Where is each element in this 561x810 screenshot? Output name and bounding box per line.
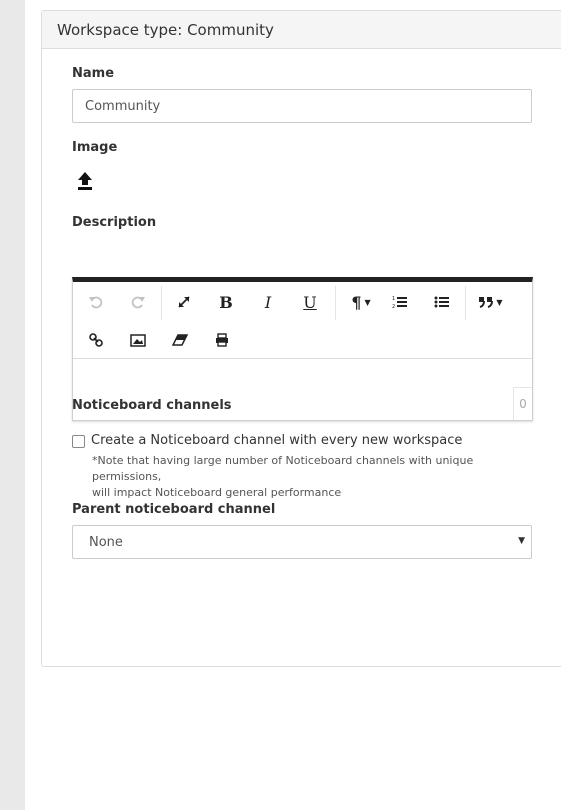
toolbar-separator bbox=[335, 286, 336, 320]
noticeboard-checkbox-label[interactable]: Create a Noticeboard channel with every … bbox=[91, 432, 462, 450]
noticeboard-checkbox-row: Create a Noticeboard channel with every … bbox=[72, 432, 462, 450]
description-label: Description bbox=[72, 215, 157, 230]
workspace-type-panel: Workspace type: Community Name Image Des… bbox=[41, 10, 561, 667]
unordered-list-icon[interactable] bbox=[427, 288, 457, 316]
parent-channel-label: Parent noticeboard channel bbox=[72, 502, 276, 517]
underline-icon[interactable]: U bbox=[295, 288, 325, 316]
parent-channel-select[interactable]: None ▼ bbox=[72, 525, 532, 559]
note-line-1: *Note that having large number of Notice… bbox=[92, 454, 474, 483]
parent-channel-selected: None bbox=[89, 534, 123, 550]
link-icon[interactable] bbox=[81, 326, 111, 354]
bold-icon[interactable]: B bbox=[211, 288, 241, 316]
italic-icon[interactable]: I bbox=[253, 288, 283, 316]
name-label: Name bbox=[72, 66, 115, 81]
left-rail bbox=[0, 0, 25, 810]
svg-text:1: 1 bbox=[392, 296, 395, 302]
ordered-list-icon[interactable]: 12 bbox=[385, 288, 415, 316]
noticeboard-checkbox[interactable] bbox=[72, 435, 85, 448]
redo-icon[interactable] bbox=[123, 288, 153, 316]
toolbar-separator bbox=[465, 286, 466, 320]
print-icon[interactable] bbox=[207, 326, 237, 354]
image-icon[interactable] bbox=[123, 326, 153, 354]
upload-icon[interactable] bbox=[76, 170, 94, 192]
char-counter: 0 bbox=[513, 387, 532, 420]
image-label: Image bbox=[72, 140, 118, 155]
quote-dropdown-icon[interactable]: ▼ bbox=[473, 288, 509, 316]
fullscreen-icon[interactable] bbox=[169, 288, 199, 316]
toolbar-separator bbox=[161, 286, 162, 320]
panel-heading: Workspace type: Community bbox=[42, 11, 561, 49]
noticeboard-channels-label: Noticeboard channels bbox=[72, 398, 232, 413]
editor-toolbar: B I U ¶ ▼ 12 ▼ bbox=[73, 282, 532, 359]
eraser-icon[interactable] bbox=[165, 326, 195, 354]
noticeboard-note: *Note that having large number of Notice… bbox=[92, 453, 542, 501]
paragraph-dropdown-icon[interactable]: ¶ ▼ bbox=[343, 288, 379, 316]
note-line-2: will impact Noticeboard general performa… bbox=[92, 486, 342, 499]
chevron-down-icon: ▼ bbox=[518, 536, 525, 546]
name-input[interactable] bbox=[72, 89, 532, 123]
undo-icon[interactable] bbox=[81, 288, 111, 316]
svg-text:2: 2 bbox=[392, 304, 395, 309]
